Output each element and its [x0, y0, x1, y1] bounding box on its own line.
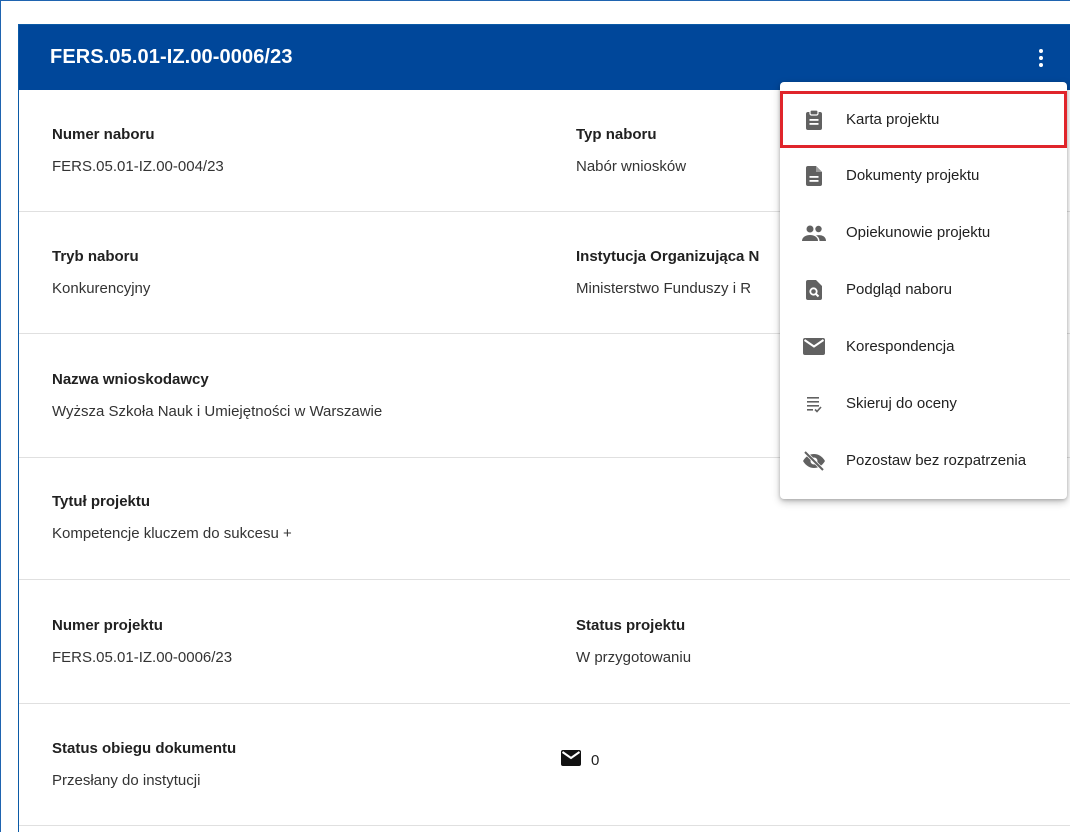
value-instytucja: Ministerstwo Funduszy i R: [576, 280, 752, 297]
menu-label-podglad-naboru: Podgląd naboru: [846, 281, 952, 298]
people-icon: [802, 221, 826, 245]
checklist-icon: [802, 392, 826, 416]
field-numer-naboru: Numer naboru FERS.05.01-IZ.00-004/23: [52, 126, 224, 175]
document-search-icon: [802, 278, 826, 302]
menu-item-pozostaw-bez-rozpatrzenia[interactable]: Pozostaw bez rozpatrzenia: [780, 432, 1067, 489]
menu-item-skieruj-do-oceny[interactable]: Skieruj do oceny: [780, 375, 1067, 432]
field-status-projektu: Status projektu W przygotowaniu: [576, 617, 691, 666]
mail-icon: [802, 335, 826, 359]
actions-menu: Karta projektu Dokumenty projektu Opieku…: [780, 82, 1067, 499]
field-instytucja: Instytucja Organizująca N Ministerstwo F…: [576, 248, 759, 297]
value-numer-projektu: FERS.05.01-IZ.00-0006/23: [52, 649, 233, 666]
label-status-obiegu: Status obiegu dokumentu: [52, 740, 237, 757]
card-title: FERS.05.01-IZ.00-0006/23: [50, 46, 293, 68]
value-nazwa-wnioskodawcy: Wyższa Szkoła Nauk i Umiejętności w Wars…: [52, 403, 383, 420]
menu-item-dokumenty-projektu[interactable]: Dokumenty projektu: [780, 147, 1067, 204]
menu-label-opiekunowie-projektu: Opiekunowie projektu: [846, 224, 991, 241]
field-status-obiegu: Status obiegu dokumentu Przesłany do ins…: [52, 740, 236, 789]
label-status-projektu: Status projektu: [576, 617, 686, 634]
field-typ-naboru: Typ naboru Nabór wniosków: [576, 126, 686, 175]
label-tryb-naboru: Tryb naboru: [52, 248, 139, 265]
value-status-projektu: W przygotowaniu: [576, 649, 692, 666]
mail-icon: [561, 750, 581, 770]
value-status-obiegu: Przesłany do instytucji: [52, 772, 201, 789]
menu-label-skieruj-do-oceny: Skieruj do oceny: [846, 395, 957, 412]
row-projekt: Numer projektu FERS.05.01-IZ.00-0006/23 …: [19, 580, 1070, 704]
field-tryb-naboru: Tryb naboru Konkurencyjny: [52, 248, 150, 297]
correspondence-count: 0: [591, 751, 600, 769]
page-border-top: [0, 0, 1070, 1]
label-numer-projektu: Numer projektu: [52, 617, 163, 634]
menu-item-korespondencja[interactable]: Korespondencja: [780, 318, 1067, 375]
clipboard-icon: [802, 108, 826, 132]
page-border-left: [0, 0, 1, 832]
value-typ-naboru: Nabór wniosków: [576, 158, 687, 175]
menu-label-karta-projektu: Karta projektu: [846, 111, 940, 128]
menu-label-korespondencja: Korespondencja: [846, 338, 955, 355]
field-numer-projektu: Numer projektu FERS.05.01-IZ.00-0006/23: [52, 617, 232, 666]
card-header: FERS.05.01-IZ.00-0006/23: [19, 25, 1070, 90]
visibility-off-icon: [802, 449, 826, 473]
value-numer-naboru: FERS.05.01-IZ.00-004/23: [52, 158, 224, 175]
label-numer-naboru: Numer naboru: [52, 126, 155, 143]
menu-item-karta-projektu[interactable]: Karta projektu: [780, 91, 1067, 148]
more-vert-icon[interactable]: [1026, 43, 1056, 73]
field-nazwa-wnioskodawcy: Nazwa wnioskodawcy Wyższa Szkoła Nauk i …: [52, 371, 382, 420]
row-obieg: Status obiegu dokumentu Przesłany do ins…: [19, 704, 1070, 826]
correspondence-indicator[interactable]: 0: [561, 750, 599, 770]
field-tytul-projektu: Tytuł projektu Kompetencje kluczem do su…: [52, 493, 292, 542]
label-typ-naboru: Typ naboru: [576, 126, 657, 143]
label-instytucja: Instytucja Organizująca N: [576, 248, 760, 265]
document-icon: [802, 164, 826, 188]
menu-label-dokumenty-projektu: Dokumenty projektu: [846, 167, 980, 184]
label-nazwa-wnioskodawcy: Nazwa wnioskodawcy: [52, 371, 209, 388]
menu-item-opiekunowie-projektu[interactable]: Opiekunowie projektu: [780, 204, 1067, 261]
menu-item-podglad-naboru[interactable]: Podgląd naboru: [780, 261, 1067, 318]
menu-label-pozostaw-bez-rozpatrzenia: Pozostaw bez rozpatrzenia: [846, 452, 1027, 469]
value-tytul-projektu: Kompetencje kluczem do sukcesu +: [52, 525, 292, 542]
value-tryb-naboru: Konkurencyjny: [52, 280, 151, 297]
label-tytul-projektu: Tytuł projektu: [52, 493, 151, 510]
